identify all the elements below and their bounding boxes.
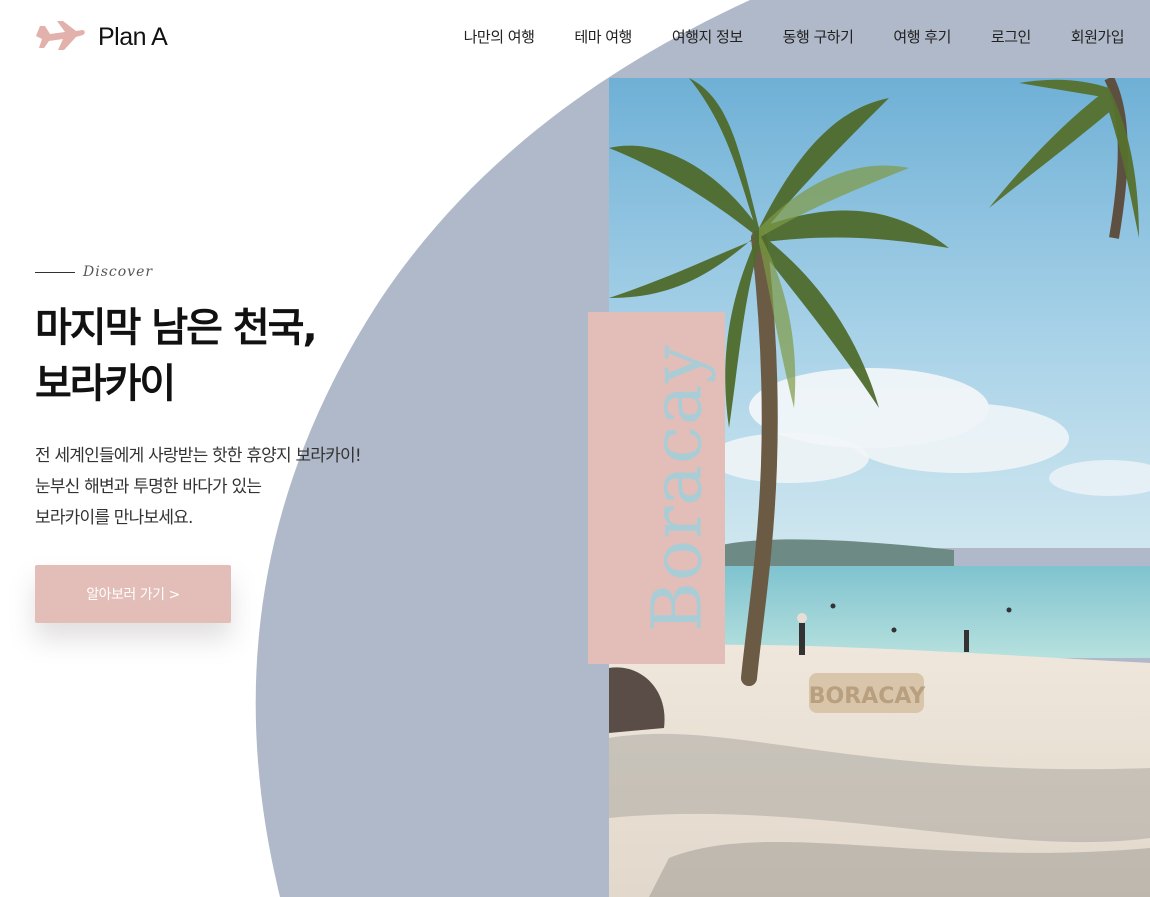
- nav-my-trip[interactable]: 나만의 여행: [464, 26, 535, 47]
- hero-title: 마지막 남은 천국, 보라카이: [35, 300, 318, 412]
- hero-title-line1: 마지막 남은 천국,: [35, 305, 318, 351]
- hero-desc-line1: 전 세계인들에게 사랑받는 핫한 휴양지 보라카이!: [35, 446, 362, 466]
- eyebrow: Discover: [35, 264, 153, 280]
- sand-sign-text: BORACAY: [809, 684, 927, 709]
- nav-login[interactable]: 로그인: [991, 26, 1031, 47]
- airplane-icon: [36, 21, 85, 50]
- nav-signup[interactable]: 회원가입: [1071, 26, 1125, 47]
- eyebrow-text: Discover: [83, 264, 154, 280]
- nav-find-companion[interactable]: 동행 구하기: [783, 26, 854, 47]
- boracay-label-box: Boracay: [588, 312, 725, 664]
- nav-travel-reviews[interactable]: 여행 후기: [893, 26, 951, 47]
- logo[interactable]: Plan A: [34, 20, 168, 54]
- learn-more-button[interactable]: 알아보러 가기 >: [35, 565, 231, 623]
- hero-desc-line2: 눈부신 해변과 투명한 바다가 있는: [35, 477, 262, 497]
- hero-title-line2: 보라카이: [35, 361, 176, 407]
- brand-name: Plan A: [98, 22, 168, 51]
- eyebrow-line: [35, 271, 75, 273]
- nav-theme-trip[interactable]: 테마 여행: [574, 26, 632, 47]
- main-nav: 나만의 여행 테마 여행 여행지 정보 동행 구하기 여행 후기 로그인 회원가…: [464, 26, 1125, 47]
- boracay-vertical-text: Boracay: [638, 344, 718, 632]
- site-header: Plan A 나만의 여행 테마 여행 여행지 정보 동행 구하기 여행 후기 …: [0, 0, 1150, 74]
- hero-desc-line3: 보라카이를 만나보세요.: [35, 508, 193, 528]
- hero-description: 전 세계인들에게 사랑받는 핫한 휴양지 보라카이! 눈부신 해변과 투명한 바…: [35, 441, 362, 534]
- nav-destination-info[interactable]: 여행지 정보: [672, 26, 743, 47]
